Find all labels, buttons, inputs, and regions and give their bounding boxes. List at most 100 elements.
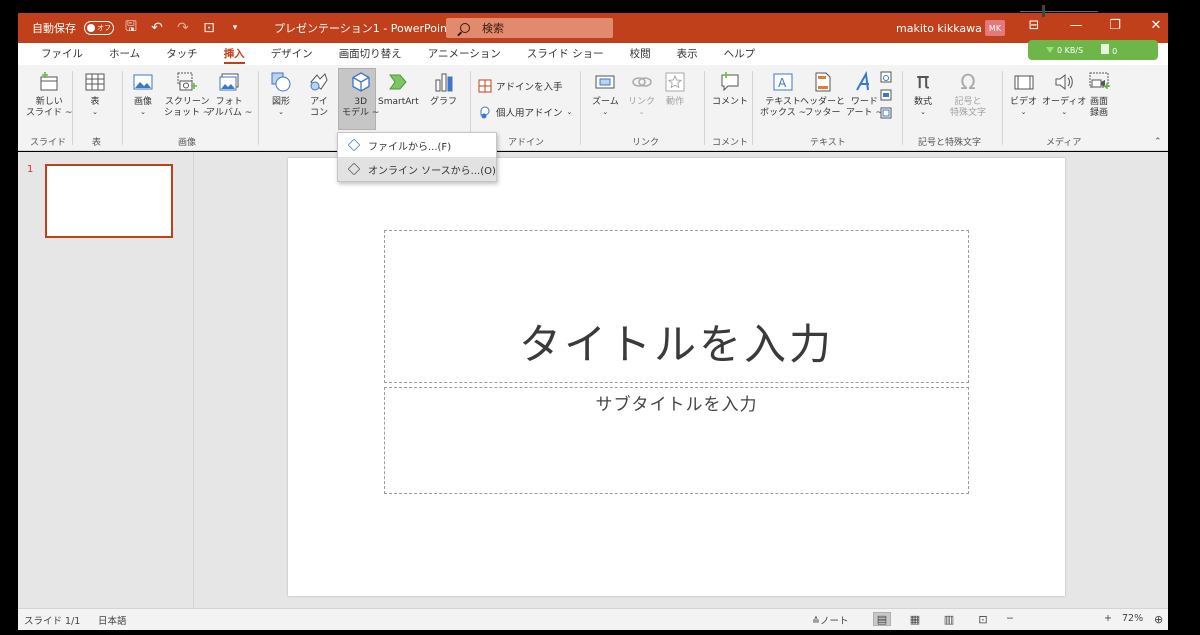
slide-sorter-icon[interactable]: ▦ xyxy=(906,612,924,626)
screen-recording-label-2: 録画 xyxy=(1089,108,1108,118)
collapse-ribbon-icon[interactable]: ⌃ xyxy=(1154,137,1162,147)
tab-view[interactable]: 表示 xyxy=(664,43,711,65)
wordart-button[interactable]: ワード アート ~ xyxy=(846,71,883,119)
video-button[interactable]: ビデオ ⌄ xyxy=(1010,71,1037,117)
language-indicator[interactable]: 日本語 xyxy=(98,613,127,627)
zoom-level[interactable]: 72% xyxy=(1122,613,1143,624)
zoom-out-button[interactable]: − xyxy=(1006,613,1014,624)
group-label-images: 画像 xyxy=(178,138,197,148)
close-icon[interactable]: ✕ xyxy=(1146,18,1166,33)
group-separator xyxy=(704,71,705,145)
normal-view-icon[interactable]: ▤ xyxy=(873,612,891,626)
shapes-button[interactable]: 図形 ⌄ xyxy=(270,71,292,117)
get-addins-button[interactable]: アドインを入手 xyxy=(478,79,563,93)
tab-home[interactable]: ホーム xyxy=(96,43,153,65)
user-name[interactable]: makito kikkawa xyxy=(896,22,982,35)
zoom-in-button[interactable]: + xyxy=(1104,613,1112,624)
group-label-links: リンク xyxy=(632,138,660,148)
fit-slide-icon[interactable]: ⊕ xyxy=(1154,613,1163,626)
screenshot-button[interactable]: スクリーン ショット ~ xyxy=(164,71,210,119)
my-addins-icon xyxy=(480,106,490,119)
picture-icon xyxy=(133,74,153,90)
audio-label: オーディオ xyxy=(1042,97,1087,107)
menu-item-from-online[interactable]: オンライン ソースから...(O) xyxy=(338,157,496,181)
slideshow-icon[interactable]: ⊡ xyxy=(974,612,992,626)
equation-button[interactable]: π 数式 ⌄ xyxy=(912,71,934,117)
search-box[interactable]: 検索 xyxy=(446,18,613,38)
object-button[interactable] xyxy=(880,107,892,119)
avatar[interactable]: MK xyxy=(985,20,1005,36)
ribbon-tabs: ファイル ホーム タッチ 挿入 デザイン 画面切り替え アニメーション スライド… xyxy=(18,43,1168,65)
minimize-icon[interactable]: — xyxy=(1066,18,1086,33)
screen-recording-button[interactable]: 画面 録画 xyxy=(1088,71,1110,119)
zoom-label: ズーム xyxy=(592,97,619,107)
start-from-beginning-icon[interactable]: ⊡ xyxy=(200,20,218,36)
network-count: 0 xyxy=(1112,47,1118,56)
screen-recording-icon xyxy=(1089,72,1110,89)
group-separator xyxy=(258,71,259,145)
zoom-icon xyxy=(595,75,615,89)
tab-file[interactable]: ファイル xyxy=(28,43,96,65)
photo-album-button[interactable]: フォト アルバム ~ xyxy=(206,71,252,119)
slide-thumbnail-number: 1 xyxy=(27,164,34,175)
network-monitor: 0 KB/S 0 xyxy=(1028,40,1158,60)
tab-touch[interactable]: タッチ xyxy=(153,43,211,65)
3d-models-dropdown: ファイルから...(F) オンライン ソースから...(O) xyxy=(337,132,497,182)
reading-view-icon[interactable]: ▥ xyxy=(940,612,958,626)
slide-thumbnail[interactable] xyxy=(45,164,173,238)
icons-label-2: コン xyxy=(309,108,328,118)
customize-qat-icon[interactable]: ▾ xyxy=(226,23,244,33)
chart-button[interactable]: グラフ xyxy=(430,71,457,108)
undo-icon[interactable]: ↶ xyxy=(148,20,166,36)
my-addins-button[interactable]: 個人用アドイン ⌄ xyxy=(478,105,572,119)
omega-icon: Ω xyxy=(960,70,976,94)
redo-icon[interactable]: ↷ xyxy=(174,20,192,36)
group-separator xyxy=(902,71,903,145)
tab-insert[interactable]: 挿入 xyxy=(211,43,258,65)
download-speed: 0 KB/S xyxy=(1046,46,1083,55)
group-label-table: 表 xyxy=(92,138,102,148)
textbox-label-1: テキスト xyxy=(765,97,801,107)
menu-item-from-file[interactable]: ファイルから...(F) xyxy=(338,133,496,157)
icons-button[interactable]: アイ コン xyxy=(308,71,330,119)
tab-help[interactable]: ヘルプ xyxy=(711,43,769,65)
slide-number-button[interactable] xyxy=(880,89,892,101)
symbol-button[interactable]: Ω 記号と 特殊文字 xyxy=(950,71,986,119)
download-arrow-icon xyxy=(1046,46,1054,53)
new-slide-label-1: 新しい xyxy=(35,97,63,107)
table-icon xyxy=(85,73,105,91)
tab-transitions[interactable]: 画面切り替え xyxy=(326,43,415,65)
comment-button[interactable]: コメント xyxy=(712,71,748,108)
ribbon-display-options-icon[interactable]: ⊟ xyxy=(1024,18,1044,33)
chevron-down-icon: ⌄ xyxy=(920,108,926,116)
notes-button[interactable]: ≙ノート xyxy=(812,613,848,627)
header-footer-button[interactable]: ヘッダーと フッター xyxy=(800,71,845,119)
smartart-button[interactable]: SmartArt xyxy=(378,71,419,108)
3d-models-button[interactable]: 3D モデル ~ xyxy=(342,71,379,119)
tab-design[interactable]: デザイン xyxy=(258,43,326,65)
audio-button[interactable]: オーディオ ⌄ xyxy=(1042,71,1086,117)
new-slide-button[interactable]: 新しい スライド ~ xyxy=(26,71,72,119)
picture-button[interactable]: 画像 ⌄ xyxy=(132,71,154,117)
tab-review[interactable]: 校閲 xyxy=(617,43,664,65)
3d-models-label-2: モデル ~ xyxy=(342,108,380,118)
tab-animations[interactable]: アニメーション xyxy=(415,43,514,65)
zoom-slider-track[interactable] xyxy=(1020,11,1098,12)
new-slide-label-2: スライド ~ xyxy=(26,108,73,118)
screenshot-icon xyxy=(177,72,198,91)
zoom-slider-thumb[interactable] xyxy=(1042,5,1045,17)
save-icon[interactable]: 🖫 xyxy=(122,16,140,40)
title-placeholder[interactable]: タイトルを入力 xyxy=(384,230,969,383)
from-file-label: ファイルから...(F) xyxy=(368,141,452,153)
subtitle-placeholder[interactable]: サブタイトルを入力 xyxy=(384,387,969,494)
link-button[interactable]: リンク ⌄ xyxy=(628,71,655,117)
action-button[interactable]: 動作 xyxy=(664,71,686,108)
tab-slideshow[interactable]: スライド ショー xyxy=(514,43,617,65)
zoom-button[interactable]: ズーム ⌄ xyxy=(592,71,619,117)
new-slide-icon xyxy=(40,72,58,91)
cube-icon xyxy=(352,72,370,92)
restore-icon[interactable]: ❐ xyxy=(1105,18,1125,33)
date-time-button[interactable] xyxy=(880,71,892,83)
autosave-toggle[interactable]: オフ xyxy=(84,21,114,35)
table-button[interactable]: 表 ⌄ xyxy=(84,71,106,117)
